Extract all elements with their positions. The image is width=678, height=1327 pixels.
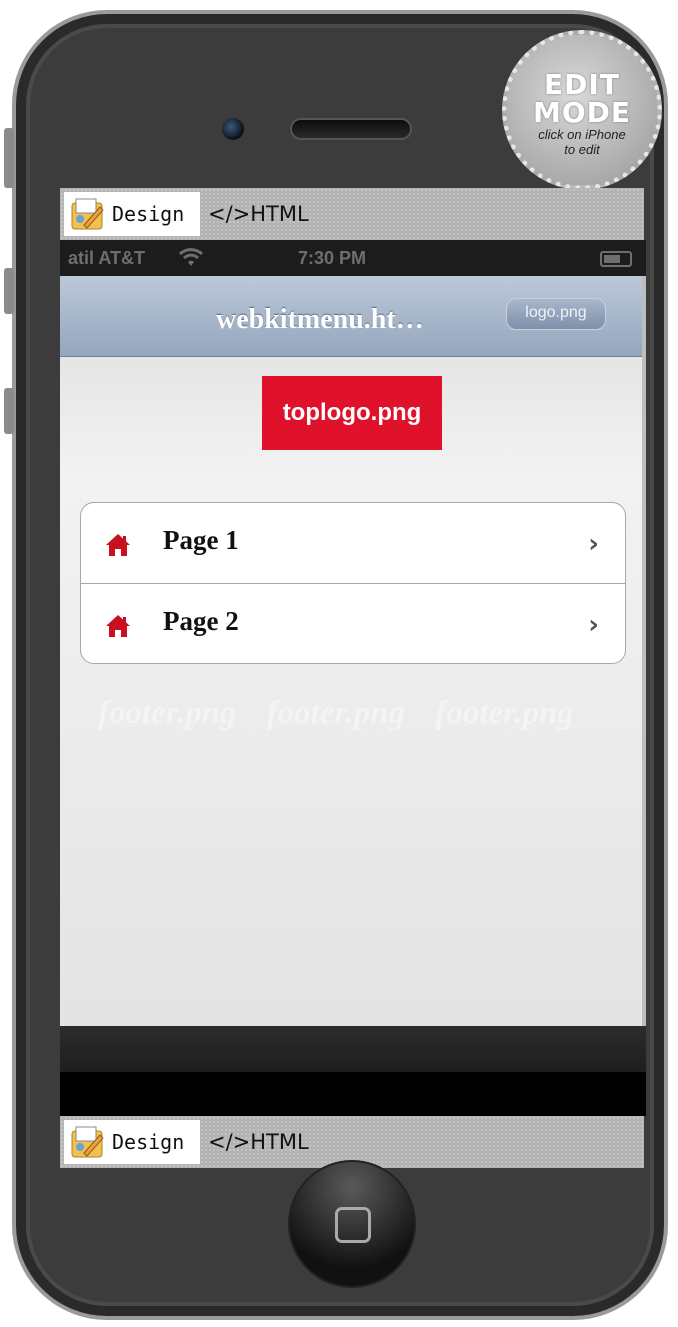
design-tab-label: Design: [112, 202, 185, 226]
design-tab-label: Design: [112, 1130, 185, 1154]
top-logo-label: toplogo.png: [282, 399, 422, 426]
edit-mode-text: MODE: [532, 96, 632, 129]
scroll-edge: [642, 276, 646, 1026]
nav-logo-label: logo.png: [525, 304, 587, 321]
home-button-square-icon: [335, 1207, 371, 1243]
menu-item-page-1[interactable]: Page 1 ›: [81, 503, 625, 583]
chevron-right-icon: ›: [588, 610, 599, 640]
edit-mode-sticker[interactable]: EDIT MODE click on iPhone to edit: [502, 30, 662, 190]
html-tab[interactable]: </>HTML: [208, 192, 309, 236]
battery-icon: [600, 251, 632, 267]
chevron-right-icon: ›: [588, 529, 599, 559]
menu-item-page-2[interactable]: Page 2 ›: [81, 583, 625, 663]
bottom-toolbar-area: [60, 1026, 646, 1072]
design-icon: [70, 197, 106, 231]
phone-screen: atil AT&T 7:30 PM webkitmenu.ht… logo.pn…: [60, 240, 646, 1026]
footer-images: footer.png footer.png footer.png: [98, 695, 638, 732]
edit-hint-text: click on iPhone: [538, 127, 626, 142]
menu-item-label: Page 2: [163, 606, 239, 636]
top-editor-toolbar: Design </>HTML: [60, 188, 644, 240]
front-camera: [222, 118, 244, 140]
footer-image-label: footer.png: [266, 695, 406, 731]
earpiece-speaker: [290, 118, 412, 140]
carrier-label: atil AT&T: [68, 248, 145, 268]
navigation-bar: webkitmenu.ht… logo.png: [60, 276, 646, 357]
home-icon: [105, 533, 131, 557]
home-button[interactable]: [288, 1160, 416, 1288]
menu-list: Page 1 › Page 2 ›: [80, 502, 626, 664]
design-tab[interactable]: Design: [64, 1120, 200, 1164]
volume-down-button: [4, 388, 14, 434]
page-title: webkitmenu.ht…: [216, 304, 424, 335]
status-bar: atil AT&T 7:30 PM: [60, 240, 646, 276]
bottom-black-bar: [60, 1072, 646, 1116]
html-tab-label: </>HTML: [208, 202, 309, 226]
footer-image-label: footer.png: [435, 695, 574, 731]
html-tab[interactable]: </>HTML: [208, 1120, 309, 1164]
nav-logo-button[interactable]: logo.png: [506, 298, 606, 330]
wifi-icon: [178, 246, 204, 273]
home-icon: [105, 614, 131, 638]
top-logo: toplogo.png: [262, 376, 442, 450]
html-tab-label: </>HTML: [208, 1130, 309, 1154]
volume-up-button: [4, 268, 14, 314]
edit-hint-text: to edit: [564, 142, 600, 157]
design-icon: [70, 1125, 106, 1159]
menu-item-label: Page 1: [163, 525, 239, 555]
design-tab[interactable]: Design: [64, 192, 200, 236]
footer-image-label: footer.png: [98, 695, 237, 731]
mute-switch: [4, 128, 14, 188]
clock-label: 7:30 PM: [298, 248, 367, 268]
edit-mode-text: EDIT: [544, 68, 620, 101]
